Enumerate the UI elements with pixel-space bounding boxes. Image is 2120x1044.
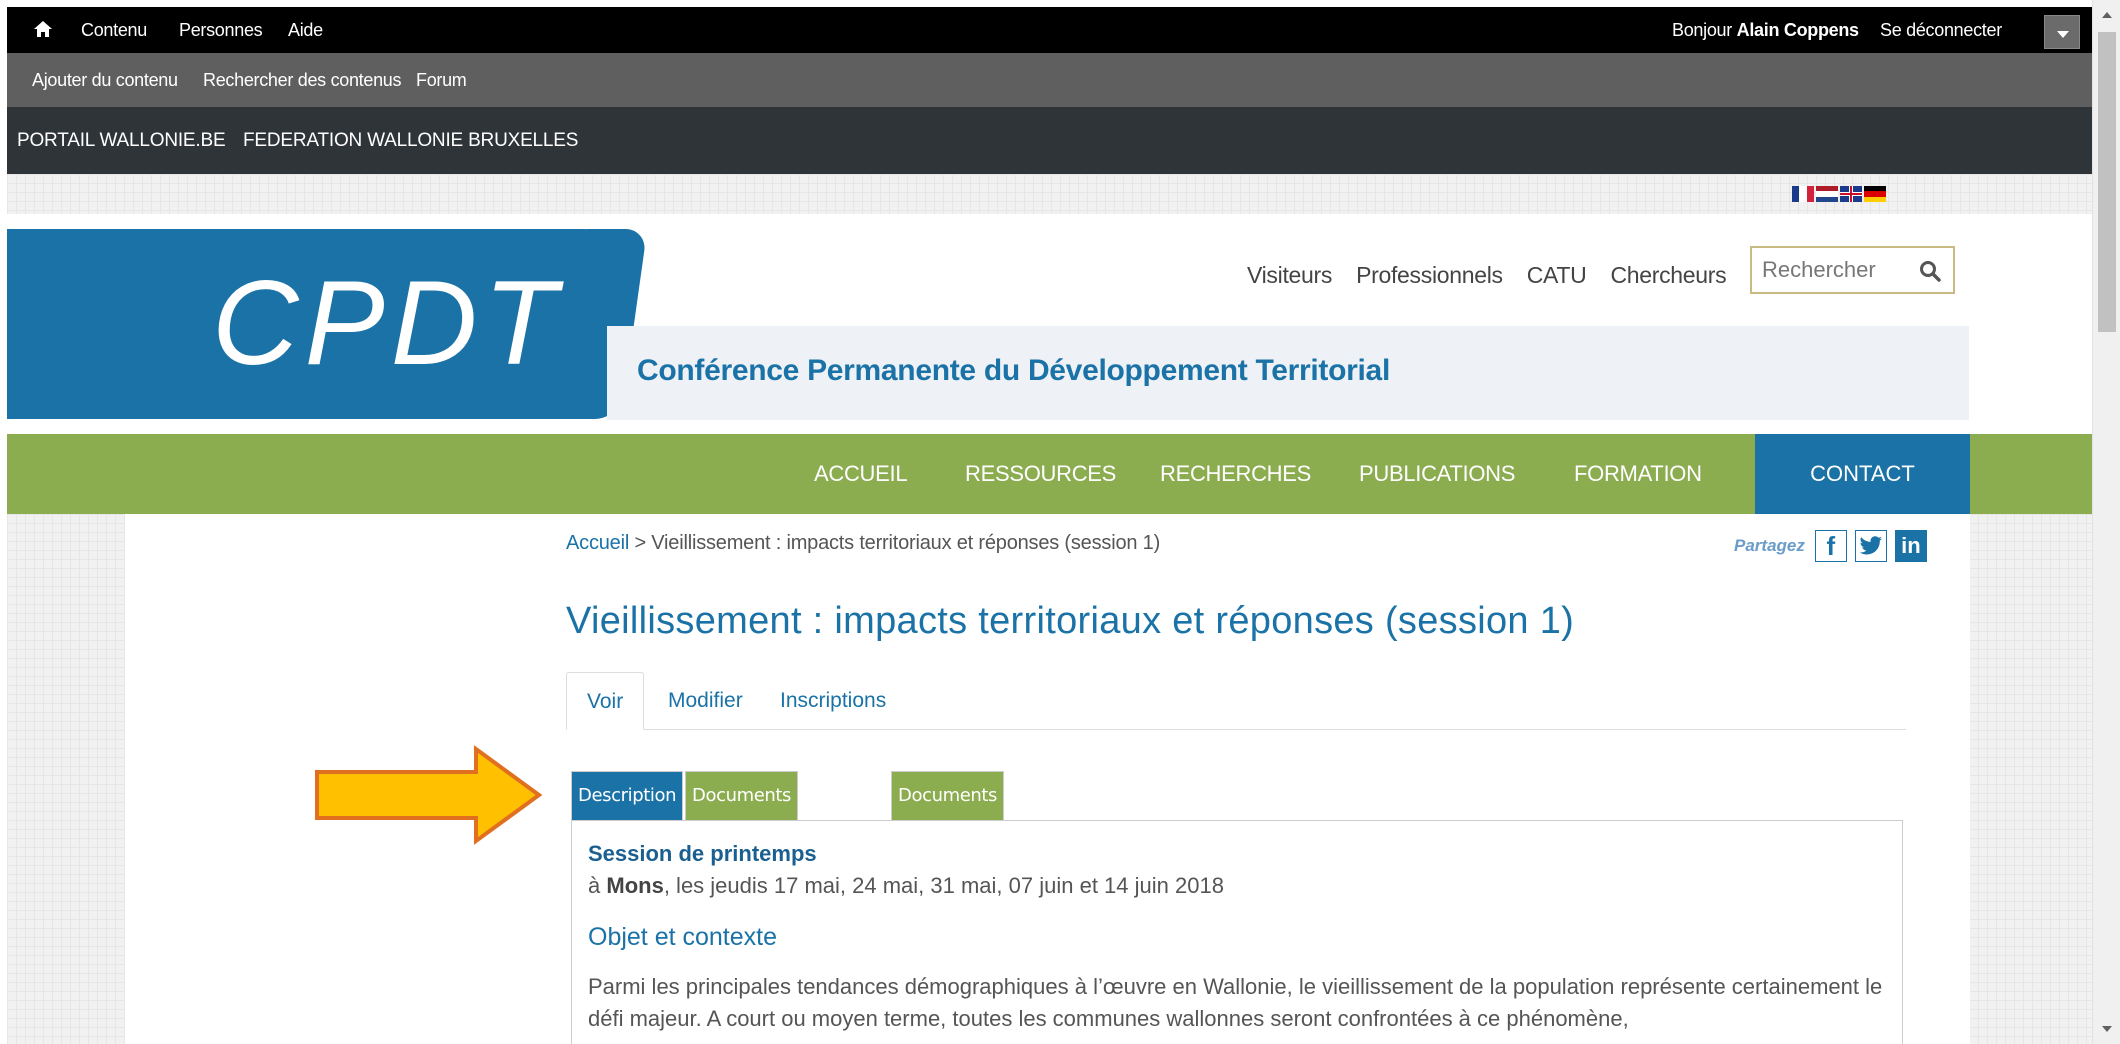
- menu-accueil[interactable]: ACCUEIL: [814, 434, 908, 514]
- description-paragraph: Parmi les principales tendances démograp…: [588, 974, 1883, 1031]
- scroll-down-arrow-icon[interactable]: [2102, 1026, 2112, 1032]
- menu-recherches[interactable]: RECHERCHES: [1160, 434, 1311, 514]
- vertical-scrollbar[interactable]: [2092, 0, 2120, 1044]
- browser-viewport: Contenu Personnes Aide Bonjour Alain Cop…: [0, 0, 2092, 1044]
- flag-nl-icon[interactable]: [1816, 186, 1838, 202]
- scroll-thumb[interactable]: [2098, 32, 2116, 332]
- main-menu: ACCUEIL RESSOURCES RECHERCHES PUBLICATIO…: [7, 434, 2092, 514]
- top-nav-catu[interactable]: CATU: [1527, 254, 1587, 296]
- session-location: Mons: [606, 873, 664, 898]
- breadcrumb-home-link[interactable]: Accueil: [566, 532, 629, 554]
- breadcrumb-current: Vieillissement : impacts territoriaux et…: [651, 532, 1161, 554]
- logo-text: CPDT: [212, 256, 563, 390]
- portal-bar: PORTAIL WALLONIE.BE FEDERATION WALLONIE …: [7, 107, 2092, 174]
- greeting: Bonjour Alain Coppens: [1672, 7, 1859, 53]
- forum-link[interactable]: Forum: [416, 53, 467, 107]
- flag-de-icon[interactable]: [1864, 186, 1886, 202]
- subtab-description[interactable]: Description: [571, 771, 684, 821]
- subtab-documents-communs[interactable]: Documents communs: [685, 771, 799, 854]
- search-icon[interactable]: [1919, 260, 1941, 287]
- search-content-link[interactable]: Rechercher des contenus: [203, 53, 402, 107]
- top-nav-visiteurs[interactable]: Visiteurs: [1247, 254, 1332, 296]
- linkedin-icon[interactable]: in: [1894, 530, 1927, 562]
- share-bar: Partagez f in: [1734, 530, 1927, 562]
- portail-wallonie-link[interactable]: PORTAIL WALLONIE.BE: [17, 107, 226, 174]
- page-title: Vieillissement : impacts territoriaux et…: [566, 600, 1575, 642]
- tab-voir[interactable]: Voir: [566, 672, 645, 730]
- search-input[interactable]: [1752, 248, 1902, 292]
- share-label: Partagez: [1734, 536, 1805, 555]
- add-content-link[interactable]: Ajouter du contenu: [32, 53, 178, 107]
- orange-arrow-annotation: [315, 745, 543, 845]
- twitter-icon[interactable]: [1854, 530, 1887, 562]
- top-nav-chercheurs[interactable]: Chercheurs: [1610, 254, 1726, 296]
- logout-link[interactable]: Se déconnecter: [1880, 7, 2002, 53]
- breadcrumb-separator: >: [634, 532, 646, 554]
- home-icon[interactable]: [33, 7, 55, 53]
- site-header: CPDT Conférence Permanente du Développem…: [7, 214, 2092, 420]
- location-prefix: à: [588, 873, 601, 898]
- description-panel: Session de printemps à Mons, les jeudis …: [571, 820, 1903, 1044]
- facebook-icon[interactable]: f: [1814, 530, 1847, 562]
- top-nav-professionnels[interactable]: Professionnels: [1356, 254, 1503, 296]
- tab-modifier[interactable]: Modifier: [648, 672, 763, 730]
- language-strip: [7, 174, 2092, 214]
- scroll-up-arrow-icon[interactable]: [2102, 12, 2112, 18]
- session-info: à Mons, les jeudis 17 mai, 24 mai, 31 ma…: [588, 873, 1224, 899]
- search-box: [1750, 246, 1955, 294]
- session-dates: , les jeudis 17 mai, 24 mai, 31 mai, 07 …: [663, 873, 1224, 898]
- menu-formation[interactable]: FORMATION: [1574, 434, 1702, 514]
- admin-menu-contenu[interactable]: Contenu: [81, 7, 147, 53]
- admin-dropdown-button[interactable]: [2044, 15, 2080, 49]
- admin-menu-aide[interactable]: Aide: [288, 7, 323, 53]
- admin-subbar: Ajouter du contenu Rechercher des conten…: [7, 53, 2092, 107]
- greeting-prefix: Bonjour: [1672, 20, 1732, 40]
- menu-contact[interactable]: CONTACT: [1755, 434, 1970, 514]
- tab-inscriptions[interactable]: Inscriptions: [760, 672, 906, 730]
- admin-toolbar: Contenu Personnes Aide Bonjour Alain Cop…: [7, 7, 2092, 53]
- language-flags: [1792, 186, 1886, 202]
- menu-publications[interactable]: PUBLICATIONS: [1359, 434, 1515, 514]
- subtab-documents-specifiques[interactable]: Documents spécifiques à cette session: [891, 771, 1005, 950]
- section-heading: Objet et contexte: [588, 923, 778, 951]
- federation-wallonie-bruxelles-link[interactable]: FEDERATION WALLONIE BRUXELLES: [243, 107, 578, 174]
- user-name: Alain Coppens: [1736, 20, 1859, 40]
- site-title: Conférence Permanente du Développement T…: [637, 354, 1390, 387]
- admin-menu-personnes[interactable]: Personnes: [179, 7, 263, 53]
- top-nav: Visiteurs Professionnels CATU Chercheurs: [1247, 254, 1750, 296]
- menu-ressources[interactable]: RESSOURCES: [965, 434, 1116, 514]
- flag-fr-icon[interactable]: [1792, 186, 1814, 202]
- main-content: Accueil > Vieillissement : impacts terri…: [125, 514, 1970, 1044]
- primary-tabs: Voir Modifier Inscriptions: [566, 672, 1906, 730]
- flag-en-icon[interactable]: [1840, 186, 1862, 202]
- session-title: Session de printemps: [588, 841, 817, 866]
- breadcrumb: Accueil > Vieillissement : impacts terri…: [566, 532, 1160, 555]
